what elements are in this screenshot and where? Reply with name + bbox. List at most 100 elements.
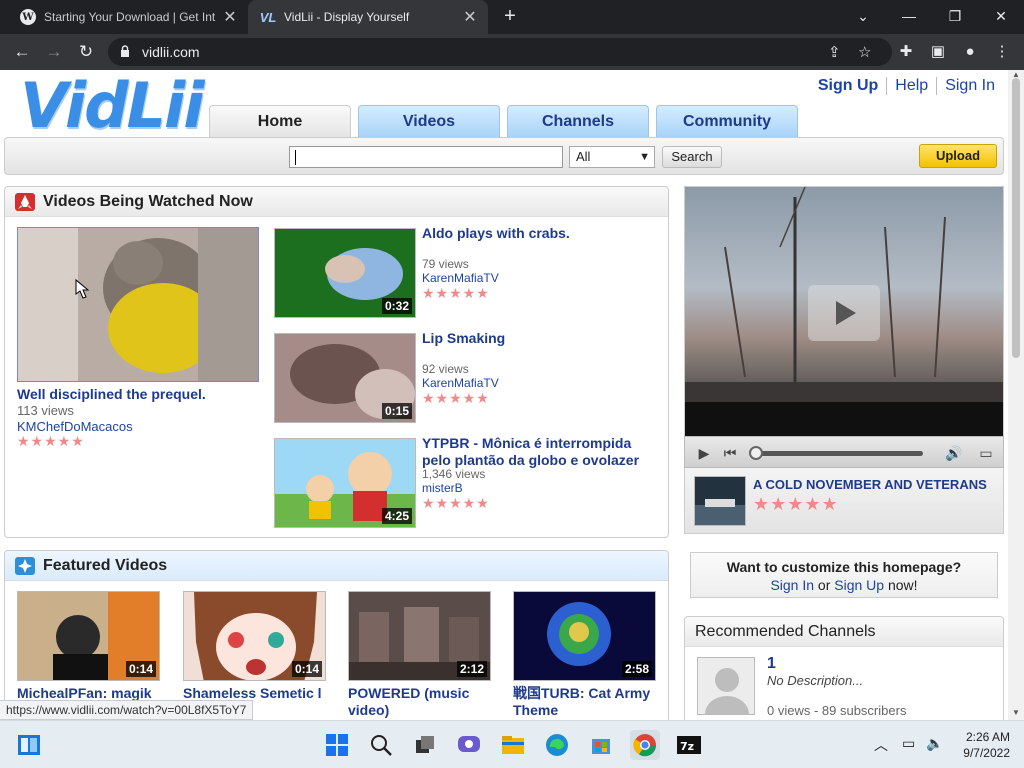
progress-knob[interactable] xyxy=(749,446,763,460)
back-arrow-icon[interactable]: ← xyxy=(10,40,34,64)
video-duration: 2:12 xyxy=(456,661,487,677)
default-avatar-image xyxy=(698,658,754,714)
watched-now-heading: Videos Being Watched Now xyxy=(5,187,668,217)
close-tab-icon[interactable]: ✕ xyxy=(220,7,240,27)
video-frame[interactable] xyxy=(685,187,1003,437)
featured-thumbnail[interactable]: 0:14 xyxy=(183,591,326,681)
skip-back-icon[interactable]: ⏮ xyxy=(719,442,741,464)
user-links: Sign Up Help Sign In xyxy=(810,77,1003,95)
tab-videos[interactable]: Videos xyxy=(358,105,500,137)
share-icon[interactable]: ⇪ xyxy=(828,43,841,61)
volume-icon[interactable]: 🔊 xyxy=(943,442,965,464)
network-icon[interactable]: ▭ xyxy=(902,735,915,752)
taskview-icon[interactable] xyxy=(410,730,440,760)
featured-thumbnail[interactable]: 2:58 xyxy=(513,591,656,681)
channel-avatar[interactable] xyxy=(697,657,755,715)
customize-links: Sign In or Sign Up now! xyxy=(691,576,997,594)
browser-tab-vidlii[interactable]: VL VidLii - Display Yourself ✕ xyxy=(248,0,488,34)
video-author[interactable]: KarenMafiaTV xyxy=(422,376,499,390)
search-category-value: All xyxy=(576,149,591,164)
video-title[interactable]: Aldo plays with crabs. xyxy=(422,225,662,242)
video-thumbnail[interactable]: 0:15 xyxy=(274,333,416,423)
video-thumbnail[interactable]: 4:25 xyxy=(274,438,416,528)
tab-search-chevron-icon[interactable]: ⌄ xyxy=(840,0,886,34)
customize-now-text: now! xyxy=(887,577,918,593)
page-viewport: VidLii Sign Up Help Sign In Home Videos … xyxy=(0,70,1008,720)
tab-channels[interactable]: Channels xyxy=(507,105,649,137)
vidlii-logo[interactable]: VidLii xyxy=(20,75,205,137)
scrollbar-thumb[interactable] xyxy=(1012,78,1020,358)
store-icon[interactable] xyxy=(586,730,616,760)
file-explorer-icon[interactable] xyxy=(498,730,528,760)
sparkle-icon xyxy=(15,557,35,575)
video-author[interactable]: misterB xyxy=(422,481,463,495)
extensions-puzzle-icon[interactable]: ✚ xyxy=(894,40,918,64)
now-playing-title[interactable]: A COLD NOVEMBER AND VETERANS xyxy=(753,476,1001,493)
forward-arrow-icon[interactable]: → xyxy=(42,40,66,64)
video-title[interactable]: Lip Smaking xyxy=(422,330,662,347)
close-window-button[interactable]: ✕ xyxy=(978,0,1024,34)
customize-sign-up-link[interactable]: Sign Up xyxy=(834,577,884,593)
system-clock[interactable]: 2:26 AM 9/7/2022 xyxy=(963,729,1010,761)
svg-text:7z: 7z xyxy=(680,740,694,753)
restore-button[interactable]: ❐ xyxy=(932,0,978,34)
scroll-down-icon[interactable]: ▼ xyxy=(1008,708,1024,720)
volume-tray-icon[interactable]: 🔈 xyxy=(926,735,943,752)
chevron-down-icon: ▼ xyxy=(639,151,650,163)
play-overlay-icon[interactable] xyxy=(808,285,880,341)
main-video-author[interactable]: KMChefDoMacacos xyxy=(17,419,133,434)
tab-home[interactable]: Home xyxy=(209,105,351,137)
edge-icon[interactable] xyxy=(542,730,572,760)
address-bar[interactable]: vidlii.com ⇪ ☆ xyxy=(108,38,892,66)
sign-in-link[interactable]: Sign In xyxy=(936,77,1003,95)
rocket-icon xyxy=(15,193,35,211)
main-nav: Home Videos Channels Community xyxy=(209,105,805,137)
main-video-thumbnail[interactable] xyxy=(17,227,259,382)
video-thumbnail[interactable]: 0:32 xyxy=(274,228,416,318)
side-panel-icon[interactable]: ▣ xyxy=(926,40,950,64)
search-input[interactable] xyxy=(289,146,563,168)
video-author[interactable]: KarenMafiaTV xyxy=(422,271,499,285)
play-icon[interactable]: ▶ xyxy=(693,442,715,464)
help-link[interactable]: Help xyxy=(886,77,936,95)
tab-community[interactable]: Community xyxy=(656,105,798,137)
search-category-select[interactable]: All ▼ xyxy=(569,146,655,168)
search-icon[interactable] xyxy=(366,730,396,760)
7zip-icon[interactable]: 7z xyxy=(674,730,704,760)
featured-title[interactable]: POWERED (music video) xyxy=(348,685,498,719)
page-scrollbar[interactable]: ▲ ▼ xyxy=(1008,70,1024,720)
featured-title[interactable]: 戦国TURB: Cat Army Theme xyxy=(513,685,663,719)
featured-thumbnail[interactable]: 2:12 xyxy=(348,591,491,681)
profile-avatar-icon[interactable]: ● xyxy=(958,40,982,64)
task-view-icon[interactable] xyxy=(14,730,44,760)
channel-name[interactable]: 1 xyxy=(767,655,776,672)
featured-videos-heading: Featured Videos xyxy=(5,551,668,581)
recommended-channels-heading: Recommended Channels xyxy=(685,617,1003,647)
featured-video-player[interactable] xyxy=(684,186,1004,437)
search-button[interactable]: Search xyxy=(662,146,722,168)
upload-button[interactable]: Upload xyxy=(919,144,997,168)
start-windows-icon[interactable] xyxy=(322,730,352,760)
bookmark-star-icon[interactable]: ☆ xyxy=(858,43,871,61)
main-video-title[interactable]: Well disciplined the prequel. xyxy=(17,386,267,403)
video-title[interactable]: YTPBR - Mônica é interrompida pelo plant… xyxy=(422,435,662,469)
chat-icon[interactable] xyxy=(454,730,484,760)
customize-sign-in-link[interactable]: Sign In xyxy=(770,577,814,593)
minimize-button[interactable]: — xyxy=(886,0,932,34)
new-tab-button[interactable]: + xyxy=(498,4,522,28)
browser-tab-bar: W Starting Your Download | Get Int ✕ VL … xyxy=(0,0,1024,34)
browser-tab-download[interactable]: W Starting Your Download | Get Int ✕ xyxy=(8,0,248,34)
show-hidden-icons-chevron[interactable]: ︿ xyxy=(874,735,888,755)
main-video-views: 113 views xyxy=(17,403,74,418)
fullscreen-icon[interactable]: ▭ xyxy=(975,442,997,464)
now-playing-thumbnail[interactable] xyxy=(694,476,746,526)
menu-kebab-icon[interactable]: ⋮ xyxy=(990,40,1014,64)
main-video-rating: ★★★★★ xyxy=(17,433,85,449)
sign-up-link[interactable]: Sign Up xyxy=(810,77,886,95)
progress-bar[interactable] xyxy=(753,451,923,456)
featured-thumbnail[interactable]: 0:14 xyxy=(17,591,160,681)
chrome-icon[interactable] xyxy=(630,730,660,760)
reload-icon[interactable]: ↻ xyxy=(74,40,98,64)
vidlii-icon: VL xyxy=(259,9,277,25)
close-tab-icon[interactable]: ✕ xyxy=(460,7,480,27)
